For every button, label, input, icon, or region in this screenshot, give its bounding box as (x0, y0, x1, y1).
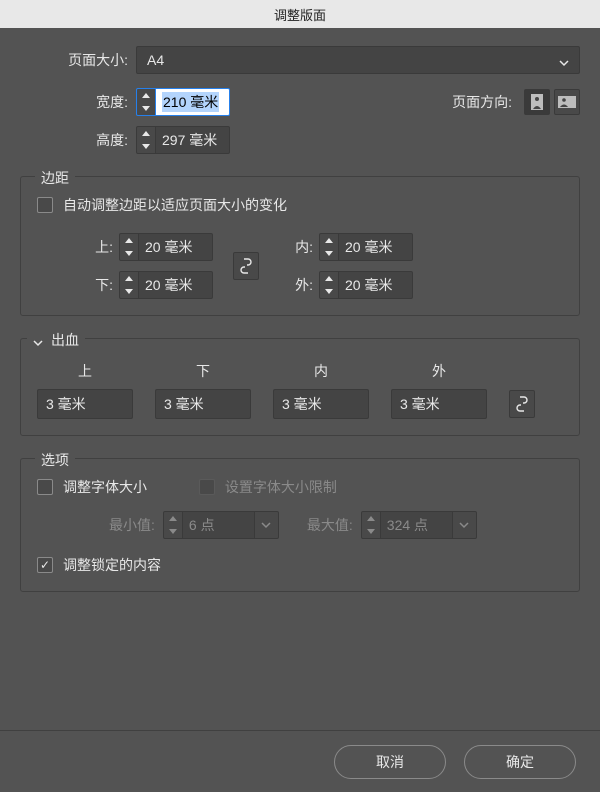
max-label: 最大值: (307, 515, 353, 535)
width-value: 210 毫米 (162, 92, 219, 112)
margin-inside-label: 内: (279, 237, 313, 257)
adjust-font-checkbox[interactable]: 调整字体大小 (37, 477, 147, 497)
height-value: 297 毫米 (156, 126, 230, 154)
margin-inside-input[interactable]: 20 毫米 (319, 233, 413, 261)
title-bar: 调整版面 (0, 0, 600, 28)
cancel-button[interactable]: 取消 (334, 745, 446, 779)
margin-outside-label: 外: (279, 275, 313, 295)
bleed-link-button[interactable] (509, 390, 535, 418)
margin-top-label: 上: (79, 237, 113, 257)
checkbox-icon (37, 479, 53, 495)
bleed-inside-header: 内 (314, 361, 328, 381)
bleed-top-header: 上 (78, 361, 92, 381)
bleed-title: 出血 (51, 330, 79, 350)
orientation-label: 页面方向: (452, 92, 512, 112)
adjust-font-label: 调整字体大小 (63, 477, 147, 497)
options-title: 选项 (35, 450, 75, 470)
margin-top-value: 20 毫米 (139, 233, 213, 261)
min-value: 6 点 (183, 511, 255, 539)
adjust-locked-label: 调整锁定的内容 (63, 555, 161, 575)
page-size-value: A4 (147, 52, 559, 68)
bleed-bottom-input[interactable]: 3 毫米 (155, 389, 251, 419)
max-value: 324 点 (381, 511, 453, 539)
margins-link-button[interactable] (233, 252, 259, 280)
dialog-footer: 取消 确定 (0, 730, 600, 792)
bleed-bottom-header: 下 (196, 361, 210, 381)
page-size-dropdown[interactable]: A4 (136, 46, 580, 74)
min-label: 最小值: (109, 515, 155, 535)
margin-bottom-input[interactable]: 20 毫米 (119, 271, 213, 299)
bleed-group: 出血 上 3 毫米 下 3 毫米 内 3 毫米 外 3 毫米 (20, 338, 580, 436)
min-value-combo: 6 点 (163, 511, 279, 539)
max-value-combo: 324 点 (361, 511, 477, 539)
auto-adjust-checkbox[interactable]: 自动调整边距以适应页面大小的变化 (37, 195, 287, 215)
orientation-landscape-button[interactable] (554, 89, 580, 115)
bleed-top-input[interactable]: 3 毫米 (37, 389, 133, 419)
set-limit-label: 设置字体大小限制 (225, 477, 337, 497)
margin-bottom-label: 下: (79, 275, 113, 295)
adjust-locked-checkbox[interactable]: 调整锁定的内容 (37, 555, 161, 575)
margin-top-input[interactable]: 20 毫米 (119, 233, 213, 261)
dialog-title: 调整版面 (274, 5, 326, 24)
margins-title: 边距 (35, 168, 75, 188)
set-limit-checkbox: 设置字体大小限制 (199, 477, 337, 497)
bleed-toggle[interactable]: 出血 (27, 330, 85, 350)
bleed-inside-input[interactable]: 3 毫米 (273, 389, 369, 419)
width-label: 宽度: (20, 92, 128, 112)
height-stepper[interactable] (136, 126, 156, 154)
bleed-outside-header: 外 (432, 361, 446, 381)
orientation-portrait-button[interactable] (524, 89, 550, 115)
height-label: 高度: (20, 130, 128, 150)
width-stepper[interactable] (136, 88, 156, 116)
checkbox-icon (37, 557, 53, 573)
margin-outside-value: 20 毫米 (339, 271, 413, 299)
chevron-down-icon (33, 335, 43, 345)
checkbox-icon (199, 479, 215, 495)
checkbox-icon (37, 197, 53, 213)
margin-inside-value: 20 毫米 (339, 233, 413, 261)
chevron-down-icon (559, 55, 569, 65)
margin-outside-input[interactable]: 20 毫米 (319, 271, 413, 299)
page-size-label: 页面大小: (20, 50, 128, 70)
ok-button[interactable]: 确定 (464, 745, 576, 779)
options-group: 选项 调整字体大小 设置字体大小限制 最小值: 6 点 最大值: (20, 458, 580, 592)
auto-adjust-label: 自动调整边距以适应页面大小的变化 (63, 195, 287, 215)
margin-bottom-value: 20 毫米 (139, 271, 213, 299)
width-input[interactable]: 210 毫米 (136, 88, 230, 116)
bleed-outside-input[interactable]: 3 毫米 (391, 389, 487, 419)
margins-group: 边距 自动调整边距以适应页面大小的变化 上: 20 毫米 下: (20, 176, 580, 316)
height-input[interactable]: 297 毫米 (136, 126, 230, 154)
